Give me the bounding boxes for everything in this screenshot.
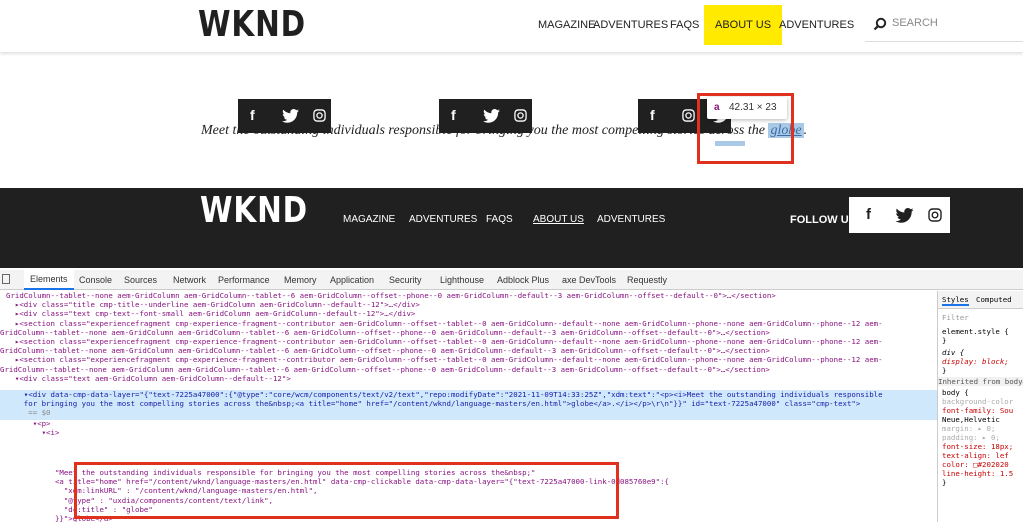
tab-memory[interactable]: Memory — [284, 275, 317, 285]
nav-adventures-2[interactable]: ADVENTURES — [779, 19, 854, 31]
instagram-icon[interactable] — [928, 208, 942, 222]
instagram-icon[interactable] — [682, 109, 695, 122]
style-line: color: □#202020 — [942, 460, 1009, 469]
styles-tabbar: Styles Computed — [938, 291, 1023, 309]
facebook-icon[interactable]: f — [250, 107, 255, 123]
dom-line[interactable]: ▾<div class="text aem-GridColumn aem-Gri… — [6, 374, 291, 383]
follow-us-label: FOLLOW US — [790, 214, 856, 226]
dom-line[interactable]: ▸<div class="text cmp-text--font-small a… — [6, 309, 415, 318]
tab-adblock-plus[interactable]: Adblock Plus — [497, 275, 549, 285]
style-line: font-family: Sou — [942, 406, 1014, 415]
nav-magazine[interactable]: MAGAZINE — [538, 19, 595, 31]
tab-performance[interactable]: Performance — [218, 275, 270, 285]
style-line: display: block; — [942, 357, 1009, 366]
style-line: } — [942, 366, 947, 375]
quote-period: . — [803, 123, 808, 138]
style-line: font-size: 18px; — [942, 442, 1014, 451]
footer-nav-about-us[interactable]: ABOUT US — [533, 214, 584, 225]
tab-sources[interactable]: Sources — [124, 275, 157, 285]
dollar-zero-marker: == $0 — [6, 408, 51, 418]
tab-security[interactable]: Security — [389, 275, 422, 285]
tab-computed[interactable]: Computed — [976, 295, 1012, 304]
dom-line[interactable]: ▾<p> — [6, 419, 51, 428]
footer-social: f — [849, 197, 950, 233]
tab-network[interactable]: Network — [173, 275, 206, 285]
tab-console[interactable]: Console — [79, 275, 112, 285]
facebook-icon[interactable]: f — [451, 107, 456, 123]
tab-lighthouse[interactable]: Lighthouse — [440, 275, 484, 285]
style-line: Neue,Helvetic — [942, 415, 1000, 424]
search-placeholder: SEARCH — [892, 17, 938, 29]
style-line: } — [942, 478, 947, 487]
tab-requestly[interactable]: Requestly — [627, 275, 667, 285]
tab-axe-devtools[interactable]: axe DevTools — [562, 275, 616, 285]
style-line: body { — [942, 388, 969, 397]
dom-line[interactable]: ▸<section class="experiencefragment cmp-… — [6, 337, 883, 346]
tab-elements[interactable]: Elements — [24, 270, 74, 290]
annotation-box-anchor — [74, 462, 619, 519]
selected-dom-line[interactable]: for bringing you the most compelling sto… — [6, 399, 861, 408]
annotation-box-globe — [697, 93, 794, 164]
style-line: div { — [942, 348, 965, 357]
devtools-tabbar: Elements Console Sources Network Perform… — [0, 270, 1023, 290]
styles-pane[interactable]: Styles Computed Filter element.style { }… — [937, 291, 1023, 522]
style-line: element.style { — [942, 327, 1009, 336]
quote-text: Meet the outstanding individuals respons… — [201, 123, 765, 138]
style-line: } — [942, 336, 947, 345]
nav-adventures[interactable]: ADVENTURES — [593, 19, 668, 31]
instagram-icon[interactable] — [313, 109, 326, 122]
twitter-icon[interactable] — [483, 109, 500, 123]
twitter-icon[interactable] — [895, 208, 914, 223]
footer-logo[interactable]: WKND — [200, 190, 308, 231]
tab-application[interactable]: Application — [330, 275, 374, 285]
dom-line[interactable]: ▸<section class="experiencefragment cmp-… — [6, 355, 883, 364]
footer-nav-adventures-2[interactable]: ADVENTURES — [597, 214, 665, 225]
footer-nav-adventures[interactable]: ADVENTURES — [409, 214, 477, 225]
inherited-header: Inherited from body#p — [938, 377, 1023, 386]
instagram-icon[interactable] — [514, 109, 527, 122]
nav-about-us[interactable]: ABOUT US — [704, 5, 783, 45]
wknd-logo[interactable]: WKND — [198, 4, 306, 45]
footer-nav-faqs[interactable]: FAQS — [486, 214, 513, 225]
device-toggle-icon[interactable] — [2, 274, 10, 284]
dom-line[interactable]: ▸<div class="title cmp-title--underline … — [6, 300, 420, 309]
dom-line[interactable]: ▸<section class="experiencefragment cmp-… — [6, 319, 883, 328]
dom-line[interactable]: GridColumn--tablet--none aem-GridColumn … — [6, 291, 776, 300]
footer-nav-magazine[interactable]: MAGAZINE — [343, 214, 395, 225]
style-line: background-color — [942, 397, 1014, 406]
style-line: padding: ▸ 0; — [942, 433, 1000, 442]
style-line: text-align: lef — [942, 451, 1009, 460]
style-line: margin: ▸ 0; — [942, 424, 996, 433]
facebook-icon[interactable]: f — [650, 107, 655, 123]
dom-line[interactable]: ▾<i> — [6, 428, 60, 437]
style-line: line-height: 1.5 — [942, 469, 1014, 478]
twitter-icon[interactable] — [282, 109, 299, 123]
dom-line[interactable]: GridColumn--tablet--none aem-GridColumn … — [0, 328, 770, 337]
tab-styles[interactable]: Styles — [942, 295, 969, 306]
search-box[interactable] — [865, 6, 1023, 42]
nav-faqs[interactable]: FAQS — [670, 19, 699, 31]
facebook-icon[interactable]: f — [866, 206, 871, 223]
dom-line[interactable]: GridColumn--tablet--none aem-GridColumn … — [0, 346, 770, 355]
styles-filter-input[interactable]: Filter — [942, 313, 969, 322]
search-icon — [873, 17, 887, 31]
dom-line[interactable]: GridColumn--tablet--none aem-GridColumn … — [0, 365, 770, 374]
selected-dom-line[interactable]: ▾<div data-cmp-data-layer="{"text-7225a4… — [6, 390, 883, 399]
